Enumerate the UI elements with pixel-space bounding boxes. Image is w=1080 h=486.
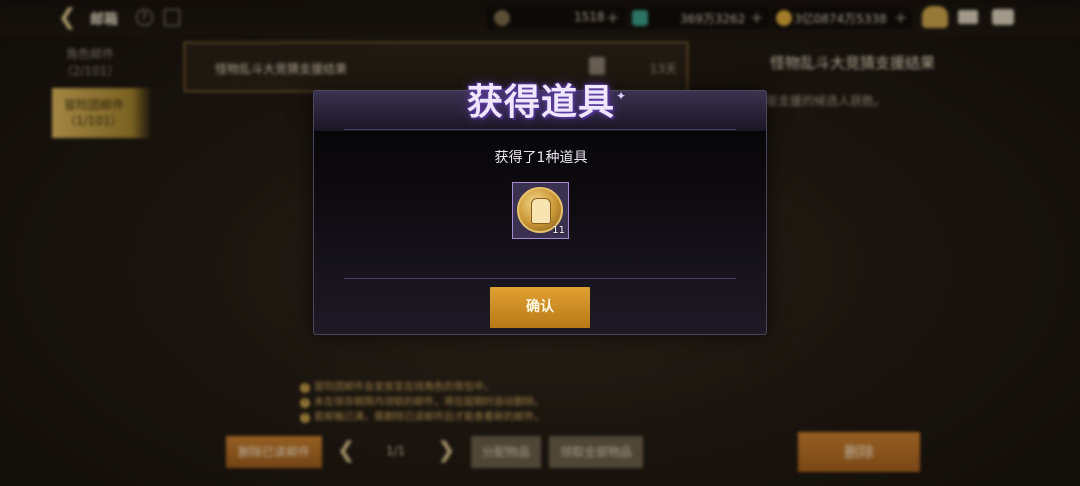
item-slot[interactable]: 11 (512, 182, 569, 239)
reward-modal: 获得道具 ✦ 获得了1种道具 11 确认 (313, 82, 767, 335)
divider (344, 129, 736, 130)
modal-heading: 获得道具 (466, 82, 615, 123)
sparkle-icon: ✦ (616, 89, 627, 103)
item-count: 11 (552, 225, 565, 236)
modal-subtitle: 获得了1种道具 (494, 150, 588, 166)
divider (344, 278, 736, 279)
confirm-button[interactable]: 确认 (490, 287, 590, 328)
figure-icon (531, 198, 551, 224)
